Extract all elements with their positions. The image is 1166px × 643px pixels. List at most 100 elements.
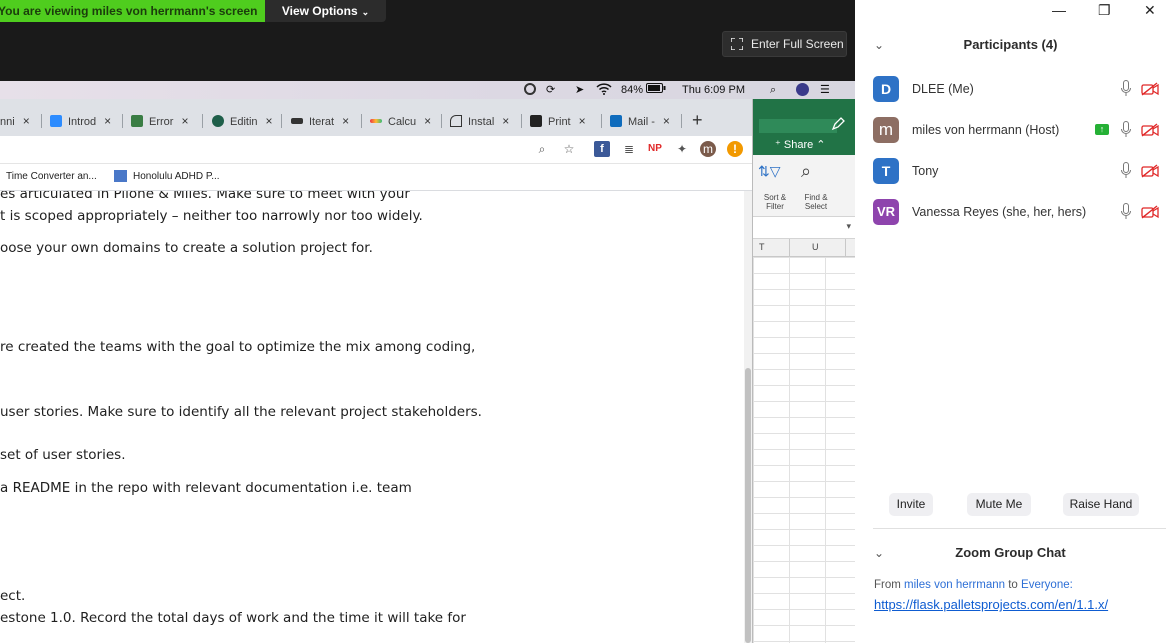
excel-formula-bar[interactable]: ▾ bbox=[753, 217, 855, 239]
browser-tab[interactable]: Editin × bbox=[212, 110, 273, 132]
status-circle-icon[interactable] bbox=[524, 83, 536, 99]
new-tab-button[interactable]: + bbox=[692, 110, 703, 130]
menubar-clock[interactable]: Thu 6:09 PM bbox=[682, 83, 745, 97]
update-alert-icon[interactable]: ! bbox=[727, 141, 743, 157]
notification-center-icon[interactable]: ☰ bbox=[820, 83, 830, 97]
browser-tab[interactable]: Introd × bbox=[50, 110, 111, 132]
battery-icon[interactable] bbox=[646, 83, 666, 97]
video-off-icon[interactable] bbox=[1141, 82, 1159, 96]
wifi-icon[interactable] bbox=[596, 83, 612, 99]
participant-row[interactable]: m miles von herrmann (Host) ↑ bbox=[873, 117, 1163, 143]
doc-text-line: estone 1.0. Record the total days of wor… bbox=[0, 610, 466, 626]
excel-column-headers: T U bbox=[753, 239, 855, 257]
invite-button[interactable]: Invite bbox=[889, 493, 933, 516]
site-favicon-icon bbox=[370, 119, 382, 123]
chat-message-header: From miles von herrmann to Everyone: bbox=[874, 579, 1073, 591]
close-icon[interactable]: × bbox=[342, 114, 349, 128]
browser-tab[interactable]: Calcu × bbox=[370, 110, 431, 132]
video-off-icon[interactable] bbox=[1141, 123, 1159, 137]
microphone-icon[interactable] bbox=[1121, 80, 1131, 97]
excel-search-box[interactable] bbox=[759, 119, 837, 133]
chat-sender[interactable]: miles von herrmann bbox=[904, 579, 1005, 591]
browser-tab[interactable]: Error × bbox=[131, 110, 188, 132]
location-arrow-icon[interactable]: ➤ bbox=[575, 83, 584, 97]
bookmarks-bar: Time Converter an... Honolulu ADHD P... bbox=[0, 164, 752, 191]
close-icon[interactable]: × bbox=[104, 114, 111, 128]
column-header[interactable]: U bbox=[812, 242, 819, 252]
sort-filter-icon[interactable]: ⇅▽ bbox=[758, 163, 781, 180]
address-bar[interactable]: ⌕ ☆ f ≣ NP ✦ m ! bbox=[0, 136, 752, 164]
doc-text-line: user stories. Make sure to identify all … bbox=[0, 404, 482, 420]
zoom-window: You are viewing miles von herrmann's scr… bbox=[0, 0, 1166, 643]
browser-tab[interactable]: Instal × bbox=[450, 110, 509, 132]
minimize-icon[interactable]: — bbox=[1052, 2, 1066, 18]
tab-label: nni bbox=[0, 116, 15, 128]
chat-link[interactable]: https://flask.palletsprojects.com/en/1.1… bbox=[874, 597, 1108, 612]
chevron-down-icon: ⌄ bbox=[361, 7, 370, 17]
find-select-icon[interactable]: ⌕ bbox=[801, 161, 811, 182]
close-window-icon[interactable]: ✕ bbox=[1144, 2, 1156, 19]
siri-icon[interactable] bbox=[796, 83, 809, 100]
sort-filter-label: Sort & Filter bbox=[763, 193, 787, 211]
bookmark-item[interactable]: Honolulu ADHD P... bbox=[133, 171, 220, 182]
pen-icon[interactable] bbox=[831, 117, 845, 131]
spotlight-search-icon[interactable]: ⌕ bbox=[770, 83, 776, 97]
participants-title: Participants (4) bbox=[963, 37, 1058, 52]
doc-text-line: set of user stories. bbox=[0, 447, 126, 463]
site-favicon-icon bbox=[450, 115, 462, 127]
zoom-page-icon[interactable]: ⌕ bbox=[534, 141, 550, 157]
close-icon[interactable]: × bbox=[579, 114, 586, 128]
column-header[interactable]: T bbox=[759, 242, 765, 252]
close-icon[interactable]: × bbox=[502, 114, 509, 128]
facebook-extension-icon[interactable]: f bbox=[594, 141, 610, 157]
browser-tab[interactable]: nni × bbox=[0, 110, 30, 132]
chevron-up-icon: ⌃ bbox=[816, 139, 826, 151]
bookmark-item[interactable]: Time Converter an... bbox=[6, 171, 97, 182]
excel-cell-grid[interactable] bbox=[753, 257, 855, 643]
doc-text-line: es articulated in Pilone & Miles. Make s… bbox=[0, 191, 410, 202]
excel-share-button[interactable]: ⁺ Share ⌃ bbox=[775, 138, 826, 151]
video-off-icon[interactable] bbox=[1141, 205, 1159, 219]
participant-row[interactable]: T Tony bbox=[873, 158, 1163, 184]
view-options-button[interactable]: View Options ⌄ bbox=[265, 0, 386, 22]
video-off-icon[interactable] bbox=[1141, 164, 1159, 178]
person-plus-icon: ⁺ bbox=[775, 139, 781, 151]
mute-me-button[interactable]: Mute Me bbox=[967, 493, 1031, 516]
battery-percent: 84% bbox=[621, 84, 644, 96]
browser-tab[interactable]: Print × bbox=[530, 110, 586, 132]
bookmark-star-icon[interactable]: ☆ bbox=[561, 141, 577, 157]
find-select-label: Find & Select bbox=[804, 193, 828, 211]
tab-label: Introd bbox=[68, 116, 97, 128]
extensions-puzzle-icon[interactable]: ✦ bbox=[674, 141, 690, 157]
np-extension-icon[interactable]: NP bbox=[647, 141, 663, 157]
caret-down-icon[interactable]: ▾ bbox=[846, 221, 851, 232]
profile-avatar[interactable]: m bbox=[700, 141, 716, 157]
restore-icon[interactable]: ❐ bbox=[1098, 2, 1111, 19]
scrollbar-thumb[interactable] bbox=[745, 368, 751, 643]
microphone-icon[interactable] bbox=[1121, 162, 1131, 179]
participant-name: Vanessa Reyes (she, her, hers) bbox=[912, 205, 1087, 219]
page-scrollbar[interactable] bbox=[744, 191, 752, 643]
close-icon[interactable]: × bbox=[663, 114, 670, 128]
browser-tab[interactable]: Mail - × bbox=[610, 110, 670, 132]
tab-label: Iterat bbox=[309, 116, 335, 128]
browser-tab[interactable]: Iterat × bbox=[291, 110, 349, 132]
participant-row[interactable]: VR Vanessa Reyes (she, her, hers) bbox=[873, 199, 1163, 225]
close-icon[interactable]: × bbox=[23, 114, 30, 128]
sync-icon[interactable]: ⟳ bbox=[546, 83, 555, 97]
participant-name: DLEE (Me) bbox=[912, 82, 974, 96]
close-icon[interactable]: × bbox=[424, 114, 431, 128]
doc-text-line: t is scoped appropriately – neither too … bbox=[0, 208, 423, 224]
chat-recipient[interactable]: Everyone: bbox=[1021, 579, 1073, 591]
avatar: m bbox=[873, 117, 899, 143]
enter-full-screen-button[interactable]: Enter Full Screen bbox=[722, 31, 847, 57]
close-icon[interactable]: × bbox=[266, 114, 273, 128]
fullscreen-label: Enter Full Screen bbox=[751, 37, 844, 51]
shared-screen-area: You are viewing miles von herrmann's scr… bbox=[0, 0, 855, 643]
stack-extension-icon[interactable]: ≣ bbox=[621, 141, 637, 157]
microphone-icon[interactable] bbox=[1121, 121, 1131, 138]
microphone-icon[interactable] bbox=[1121, 203, 1131, 220]
raise-hand-button[interactable]: Raise Hand bbox=[1063, 493, 1139, 516]
close-icon[interactable]: × bbox=[181, 114, 188, 128]
participant-row[interactable]: D DLEE (Me) bbox=[873, 76, 1163, 102]
